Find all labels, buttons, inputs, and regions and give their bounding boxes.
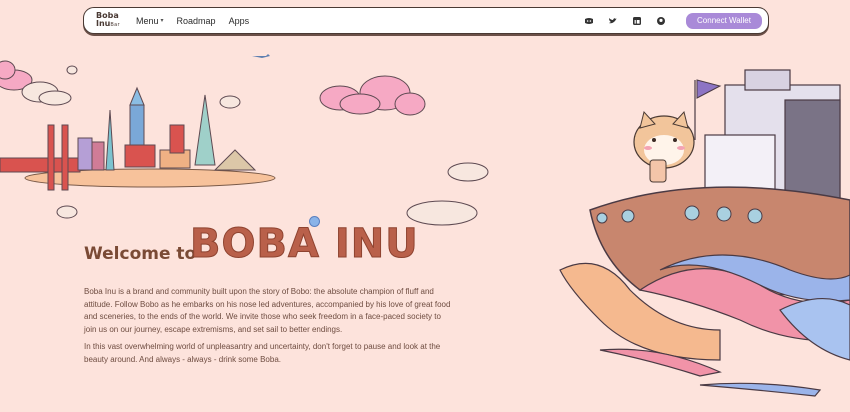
outro-paragraph: In this vast overwhelming world of unple… [84, 342, 441, 364]
logo[interactable]: Boba InuBar [96, 12, 126, 29]
nav-right: Connect Wallet [584, 12, 762, 29]
github-icon[interactable] [656, 16, 666, 26]
linkedin-icon[interactable] [632, 16, 642, 26]
waves [559, 254, 850, 397]
welcome-heading: Welcome to [84, 244, 197, 264]
navbar: Boba InuBar Menu ▾ Roadmap Apps Connect … [83, 7, 769, 34]
nav-link-apps[interactable]: Apps [229, 16, 250, 26]
nav-links: Menu ▾ Roadmap Apps [136, 16, 249, 26]
cloud-center-pink [319, 75, 426, 116]
logo-sub: Bar [110, 22, 120, 28]
connect-wallet-button[interactable]: Connect Wallet [686, 12, 762, 29]
nav-link-roadmap[interactable]: Roadmap [177, 16, 216, 26]
boba-dog-character [633, 110, 695, 183]
logo-line2-text: Inu [96, 19, 111, 28]
boba-bubble-icon [309, 216, 320, 227]
chevron-down-icon: ▾ [160, 18, 164, 24]
logo-line2: InuBar [96, 20, 126, 29]
discord-icon[interactable] [584, 16, 594, 26]
intro-paragraph: Boba Inu is a brand and community built … [84, 287, 451, 334]
nav-link-roadmap-label: Roadmap [176, 15, 216, 26]
page: Boba InuBar Menu ▾ Roadmap Apps Connect … [0, 0, 850, 412]
nav-link-apps-label: Apps [228, 15, 250, 26]
twitter-icon[interactable] [608, 16, 618, 26]
nav-link-menu[interactable]: Menu ▾ [136, 16, 164, 26]
plane-icon [252, 54, 270, 58]
nav-link-menu-label: Menu [136, 15, 159, 26]
brand-title: BOBA INU [190, 221, 419, 268]
